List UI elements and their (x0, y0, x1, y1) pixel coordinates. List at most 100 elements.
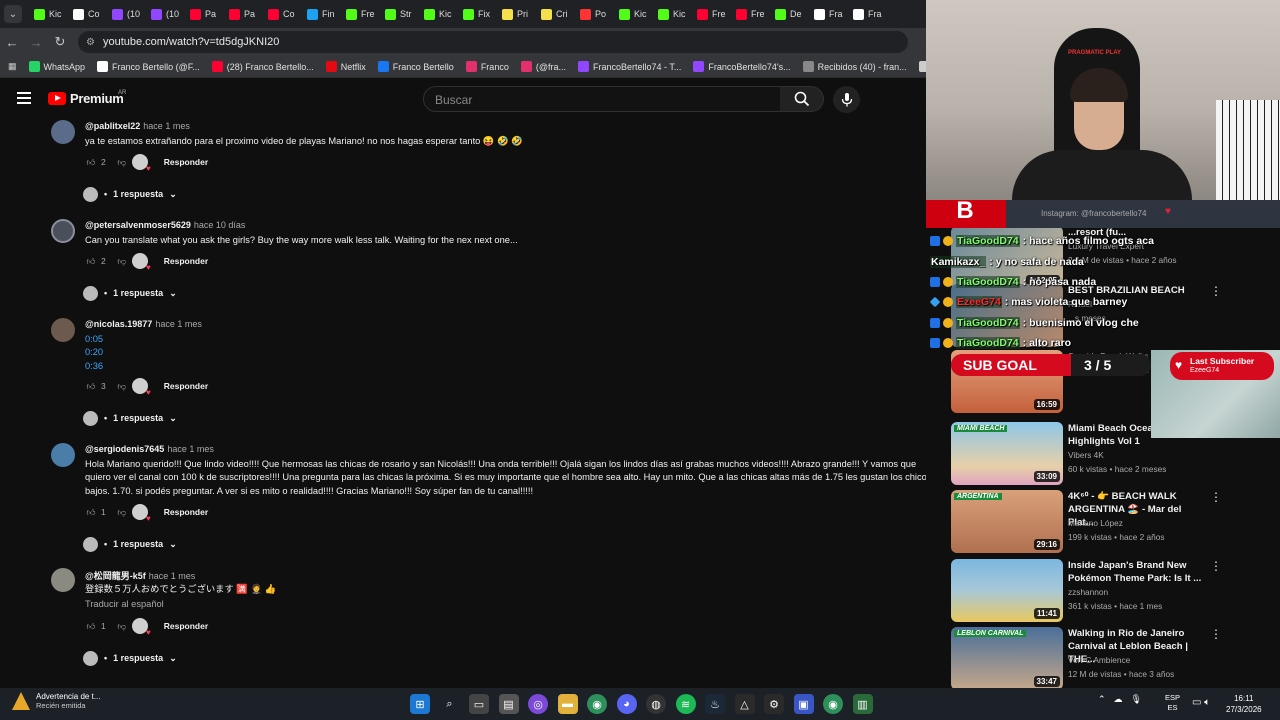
task-view-icon[interactable]: ▭ (469, 694, 489, 714)
menu-icon[interactable] (17, 92, 31, 104)
browser-tab[interactable]: (10 (108, 3, 146, 25)
browser-tab[interactable]: De (771, 3, 809, 25)
video-title[interactable]: Inside Japan's Brand New Pokémon Theme P… (1068, 559, 1208, 585)
like-icon[interactable]: 👍︎ (85, 156, 97, 168)
channel-name[interactable]: zzshannon (1068, 587, 1108, 597)
browser-tab[interactable]: Kic (654, 3, 692, 25)
chrome-icon[interactable]: ◉ (587, 694, 607, 714)
bookmark-item[interactable]: WhatsApp (28, 61, 85, 72)
avatar[interactable] (51, 120, 75, 144)
bookmark-item[interactable]: Franco Bertello (@F... (97, 61, 200, 72)
more-actions-icon[interactable]: ⋮ (1210, 559, 1222, 573)
view-replies-button[interactable]: • 1 respuesta ⌄ (83, 536, 177, 552)
avatar[interactable] (51, 568, 75, 592)
like-icon[interactable]: 👍︎ (85, 255, 97, 267)
browser-tab[interactable]: Fix (459, 3, 497, 25)
spotify-icon[interactable]: ≋ (675, 694, 696, 714)
reply-button[interactable]: Responder (164, 507, 208, 517)
like-icon[interactable]: 👍︎ (85, 620, 97, 632)
weather-warning-widget[interactable]: Advertencia de t... Recién emitida (12, 692, 100, 710)
browser-tab[interactable]: Fra (849, 3, 887, 25)
bookmark-item[interactable]: FrancoBertello74 - T... (577, 61, 681, 72)
clock[interactable]: 16:11 27/3/2026 (1226, 693, 1262, 715)
dislike-icon[interactable]: 👎︎ (116, 620, 128, 632)
video-thumbnail[interactable]: LEBLON CARNIVAL 33:47 (951, 627, 1063, 688)
bookmark-item[interactable]: FrancoBertello74's... (693, 61, 791, 72)
comment-time[interactable]: hace 10 días (194, 220, 246, 230)
site-info-icon[interactable]: ⚙ (86, 37, 95, 48)
browser-tab[interactable]: Co (264, 3, 302, 25)
avatar[interactable] (51, 318, 75, 342)
reply-button[interactable]: Responder (164, 621, 208, 631)
video-thumbnail[interactable]: ARGENTINA 29:16 (951, 490, 1063, 553)
browser-tab[interactable]: Kic (420, 3, 458, 25)
browser-tab[interactable]: Cri (537, 3, 575, 25)
timestamp-link[interactable]: 0:20 (85, 346, 926, 359)
video-thumbnail[interactable]: MIAMI BEACH 33:09 (951, 422, 1063, 485)
translate-link[interactable]: Traducir al español (85, 599, 164, 609)
search-input[interactable]: Buscar (423, 86, 781, 112)
steam-icon[interactable]: ♨ (705, 694, 725, 714)
forward-icon[interactable]: → (24, 35, 48, 50)
browser-tab[interactable]: Po (576, 3, 614, 25)
language-indicator[interactable]: ESP ES (1165, 693, 1180, 713)
windows-start-icon[interactable]: ⊞ (410, 694, 430, 714)
bookmark-item[interactable]: Franco (465, 61, 509, 72)
dislike-icon[interactable]: 👎︎ (116, 380, 128, 392)
comment-time[interactable]: hace 1 mes (167, 444, 214, 454)
channel-name[interactable]: Vibers 4K (1068, 450, 1104, 460)
comment-time[interactable]: hace 1 mes (143, 121, 190, 131)
store-icon[interactable]: ▤ (498, 694, 519, 714)
reply-button[interactable]: Responder (164, 157, 208, 167)
address-bar[interactable]: ⚙ youtube.com/watch?v=td5dgJKNI20 (78, 31, 908, 53)
discord-icon[interactable]: ◕ (616, 694, 637, 714)
related-video-item[interactable]: ARGENTINA 29:16 4K⁶⁰ - 👉 BEACH WALK ARGENT… (951, 490, 1271, 554)
cloud-icon[interactable]: ☁ (1114, 694, 1123, 705)
app-icon[interactable]: ▣ (793, 694, 814, 714)
comment-author[interactable]: @松岡龍男-k5f (85, 571, 146, 581)
comment-author[interactable]: @petersalvenmoser5629 (85, 220, 191, 230)
more-actions-icon[interactable]: ⋮ (1210, 490, 1222, 504)
view-replies-button[interactable]: • 1 respuesta ⌄ (83, 650, 177, 666)
comment-author[interactable]: @pablitxel22 (85, 121, 140, 131)
terminal-icon[interactable]: ▥ (852, 694, 873, 714)
youtube-logo[interactable]: Premium (48, 91, 124, 106)
comment-time[interactable]: hace 1 mes (149, 571, 196, 581)
timestamp-link[interactable]: 0:36 (85, 360, 926, 373)
obs-icon[interactable]: ◍ (646, 694, 666, 714)
app-icon[interactable]: ⚙ (764, 694, 784, 714)
like-icon[interactable]: 👍︎ (85, 380, 97, 392)
browser-tab[interactable]: Co (69, 3, 107, 25)
tab-search-button[interactable]: ⌄ (4, 5, 22, 23)
avatar[interactable] (51, 219, 75, 243)
view-replies-button[interactable]: • 1 respuesta ⌄ (83, 186, 177, 202)
reply-button[interactable]: Responder (164, 256, 208, 266)
browser-tab[interactable]: Fra (810, 3, 848, 25)
browser-tab[interactable]: Pri (498, 3, 536, 25)
file-explorer-icon[interactable]: ▬ (557, 694, 578, 714)
browser-tab[interactable]: Fin (303, 3, 341, 25)
dislike-icon[interactable]: 👎︎ (116, 506, 128, 518)
search-icon[interactable]: ⌕ (440, 694, 460, 714)
browser-tab[interactable]: (10 (147, 3, 185, 25)
comment-author[interactable]: @sergiodenis7645 (85, 444, 164, 454)
channel-name[interactable]: Vort-C Ambience (1068, 655, 1130, 665)
browser-tab[interactable]: Fre (732, 3, 770, 25)
copilot-icon[interactable]: ◎ (528, 694, 548, 714)
view-replies-button[interactable]: • 1 respuesta ⌄ (83, 285, 177, 301)
browser-tab[interactable]: Pa (186, 3, 224, 25)
network-volume-icons[interactable]: ▭ 🔈︎ (1192, 697, 1210, 708)
view-replies-button[interactable]: • 1 respuesta ⌄ (83, 410, 177, 426)
chrome-icon[interactable]: ◉ (823, 694, 843, 714)
reply-button[interactable]: Responder (164, 381, 208, 391)
chevron-up-icon[interactable]: ⌃ (1098, 694, 1106, 705)
browser-tab[interactable]: Kic (615, 3, 653, 25)
app-icon[interactable]: △ (734, 694, 755, 714)
back-icon[interactable]: ← (0, 35, 24, 50)
bookmark-item[interactable]: Franco Bertello (377, 61, 454, 72)
timestamp-link[interactable]: 0:05 (85, 333, 926, 346)
video-thumbnail[interactable]: 11:41 (951, 559, 1063, 622)
browser-tab[interactable]: Fre (693, 3, 731, 25)
bookmark-item[interactable]: Netflix (325, 61, 366, 72)
related-video-item[interactable]: LEBLON CARNIVAL 33:47 Walking in Rio de Ja… (951, 627, 1271, 688)
